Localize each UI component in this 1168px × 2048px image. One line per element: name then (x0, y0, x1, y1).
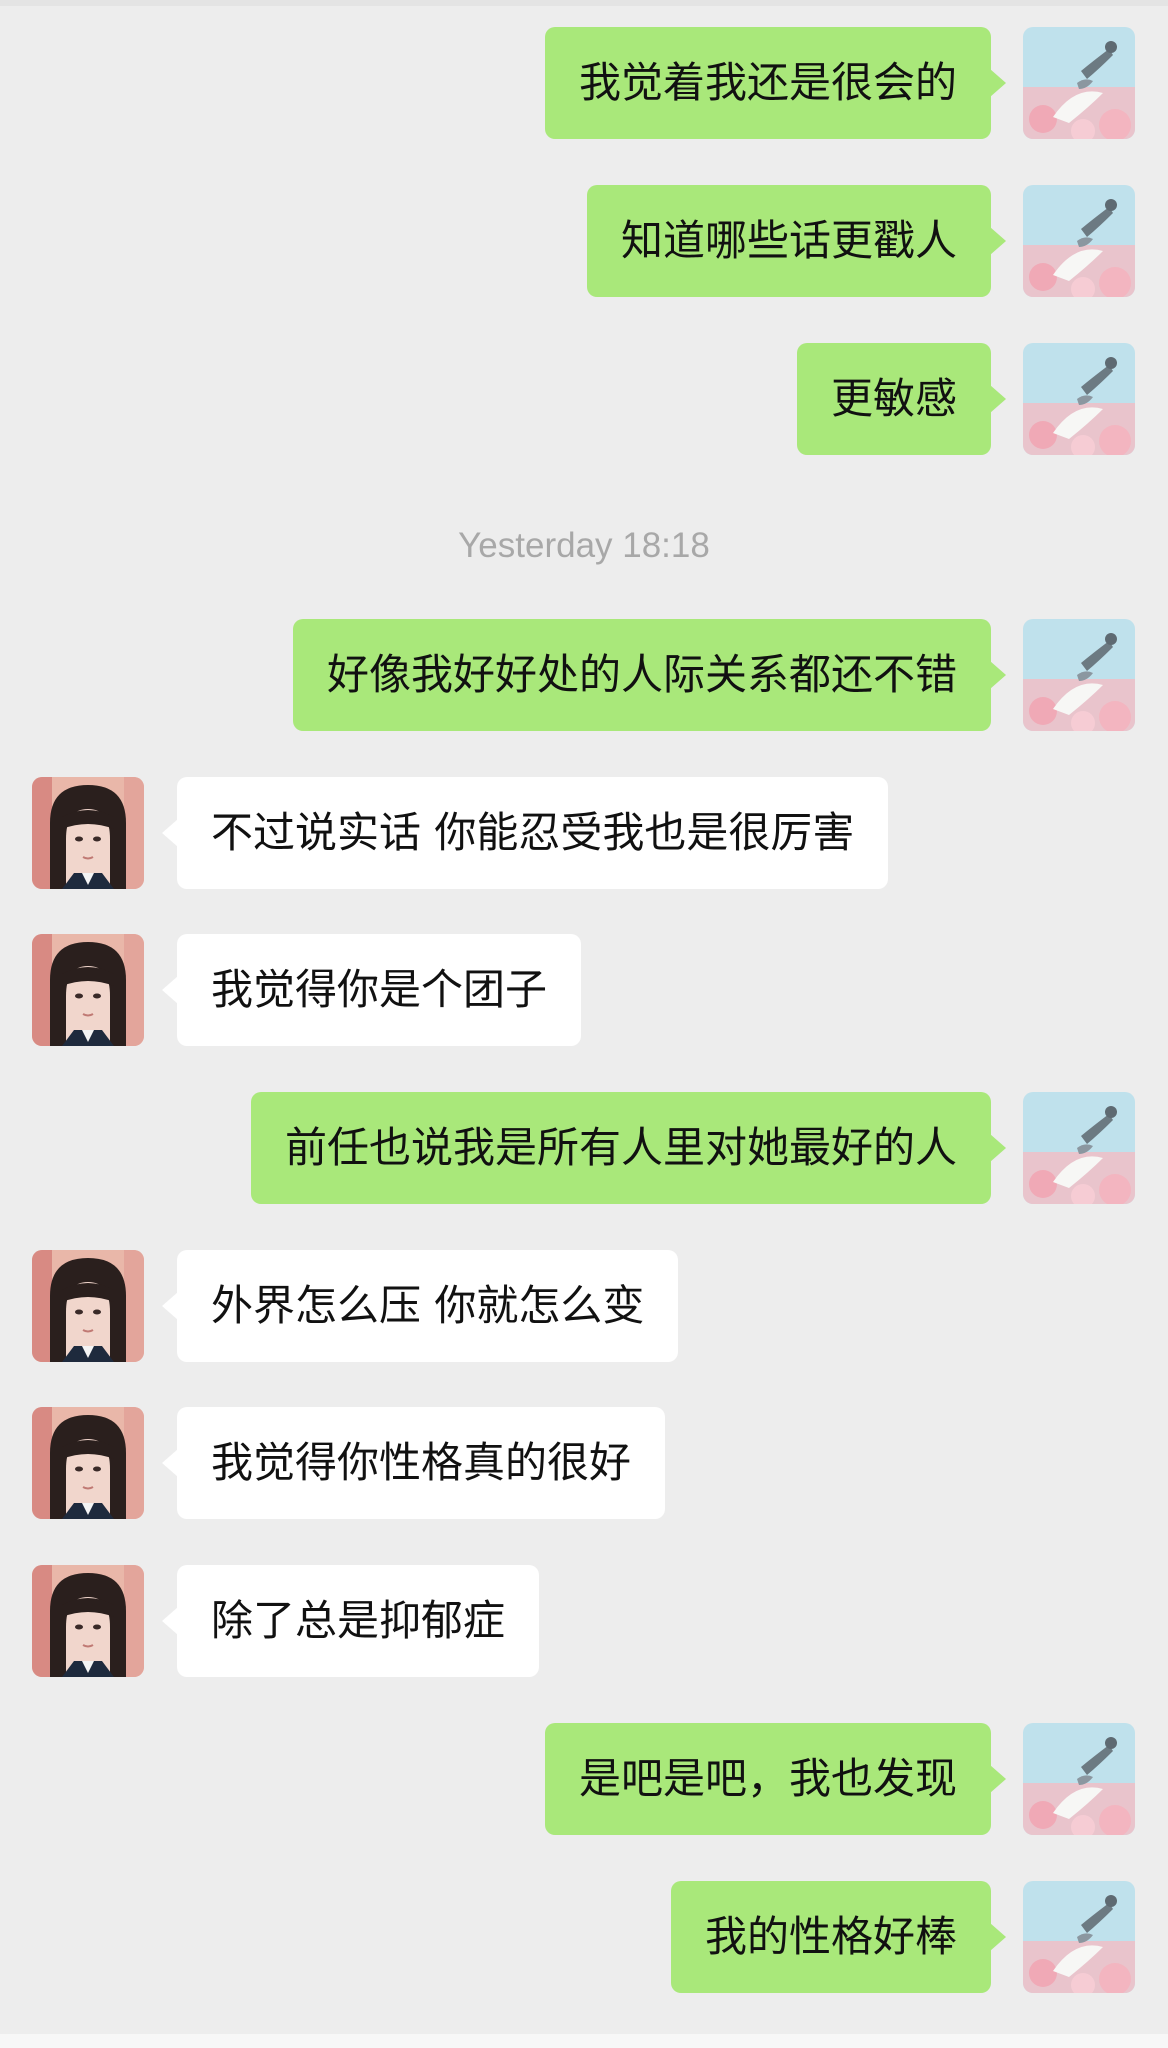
message-row: 好像我好好处的人际关系都还不错 (0, 619, 1168, 731)
self-avatar[interactable] (1023, 343, 1135, 455)
message-bubble[interactable]: 前任也说我是所有人里对她最好的人 (250, 1092, 1007, 1204)
bottom-edge (0, 2034, 1168, 2048)
chat-timestamp: Yesterday 18:18 (458, 526, 710, 565)
message-bubble[interactable]: 知道哪些话更戳人 (586, 185, 1007, 297)
message-row: 我觉得你性格真的很好 (0, 1407, 1168, 1519)
message-row: 知道哪些话更戳人 (0, 185, 1168, 297)
message-row: 我觉得你是个团子 (0, 934, 1168, 1046)
message-bubble[interactable]: 我觉得你性格真的很好 (161, 1407, 666, 1519)
contact-avatar[interactable] (32, 1250, 144, 1362)
self-avatar[interactable] (1023, 1723, 1135, 1835)
self-avatar[interactable] (1023, 1881, 1135, 1993)
message-row: 不过说实话 你能忍受我也是很厉害 (0, 777, 1168, 889)
message-bubble[interactable]: 外界怎么压 你就怎么变 (161, 1250, 679, 1362)
message-bubble[interactable]: 更敏感 (796, 343, 1007, 455)
message-bubble[interactable]: 我觉着我还是很会的 (544, 27, 1007, 139)
top-edge (0, 0, 1168, 6)
message-row: 前任也说我是所有人里对她最好的人 (0, 1092, 1168, 1204)
message-row: 我觉着我还是很会的 (0, 27, 1168, 139)
message-bubble[interactable]: 是吧是吧，我也发现 (544, 1723, 1007, 1835)
message-bubble[interactable]: 除了总是抑郁症 (161, 1565, 540, 1677)
self-avatar[interactable] (1023, 27, 1135, 139)
contact-avatar[interactable] (32, 1407, 144, 1519)
message-bubble[interactable]: 我的性格好棒 (670, 1881, 1007, 1993)
message-row: 除了总是抑郁症 (0, 1565, 1168, 1677)
self-avatar[interactable] (1023, 619, 1135, 731)
message-row: 是吧是吧，我也发现 (0, 1723, 1168, 1835)
contact-avatar[interactable] (32, 1565, 144, 1677)
message-bubble[interactable]: 好像我好好处的人际关系都还不错 (292, 619, 1007, 731)
message-bubble[interactable]: 不过说实话 你能忍受我也是很厉害 (161, 777, 889, 889)
message-row: 更敏感 (0, 343, 1168, 455)
message-row: 我的性格好棒 (0, 1881, 1168, 1993)
contact-avatar[interactable] (32, 934, 144, 1046)
contact-avatar[interactable] (32, 777, 144, 889)
message-row: 外界怎么压 你就怎么变 (0, 1250, 1168, 1362)
self-avatar[interactable] (1023, 185, 1135, 297)
message-bubble[interactable]: 我觉得你是个团子 (161, 934, 582, 1046)
self-avatar[interactable] (1023, 1092, 1135, 1204)
